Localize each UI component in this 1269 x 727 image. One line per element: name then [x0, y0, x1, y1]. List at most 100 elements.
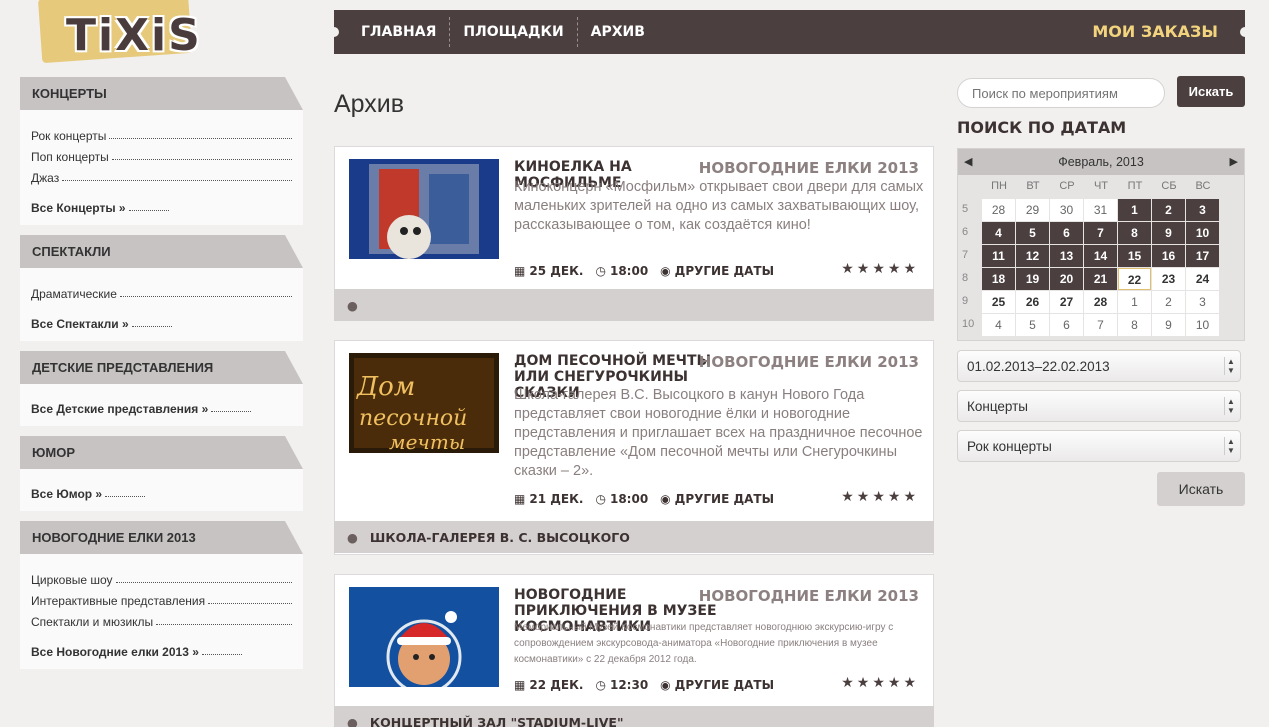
- calendar-day[interactable]: 3: [1186, 291, 1219, 313]
- event-rating-stars[interactable]: ★★★★★: [841, 674, 919, 691]
- select-arrows-icon: ▲ ▼: [1224, 437, 1235, 455]
- category-title[interactable]: КОНЦЕРТЫ: [20, 77, 303, 110]
- date-search-submit-button[interactable]: Искать: [1157, 472, 1245, 506]
- category-title[interactable]: ДЕТСКИЕ ПРЕДСТАВЛЕНИЯ: [20, 351, 303, 384]
- svg-text:песочной: песочной: [359, 406, 467, 431]
- my-orders-link[interactable]: МОИ ЗАКАЗЫ: [1079, 18, 1231, 46]
- calendar-day[interactable]: 1: [1118, 199, 1151, 221]
- calendar-day[interactable]: 12: [1016, 245, 1049, 267]
- calendar-day[interactable]: 30: [1050, 199, 1083, 221]
- event-venue[interactable]: ШКОЛА-ГАЛЕРЕЯ В. С. ВЫСОЦКОГО: [370, 530, 630, 545]
- calendar-day[interactable]: 6: [1050, 314, 1083, 336]
- calendar-day[interactable]: 8: [1118, 222, 1151, 244]
- event-meta: ▦ 25 ДЕК. ◷ 18:00 ◉ ДРУГИЕ ДАТЫ: [514, 264, 786, 278]
- calendar-day[interactable]: 28: [1084, 291, 1117, 313]
- category-select[interactable]: Концерты ▲ ▼: [957, 390, 1241, 422]
- category-all-link[interactable]: Все Юмор »: [31, 481, 292, 501]
- calendar-day[interactable]: 13: [1050, 245, 1083, 267]
- category-link[interactable]: Рок концерты: [31, 122, 292, 143]
- category-link[interactable]: Драматические: [31, 280, 292, 301]
- event-thumbnail[interactable]: [349, 159, 499, 259]
- calendar-day[interactable]: 4: [982, 222, 1015, 244]
- other-dates-link[interactable]: ◉ ДРУГИЕ ДАТЫ: [660, 264, 774, 278]
- category-all-link[interactable]: Все Новогодние елки 2013 »: [31, 639, 292, 659]
- event-thumbnail[interactable]: [349, 587, 499, 695]
- date-range-select[interactable]: 01.02.2013–22.02.2013 ▲ ▼: [957, 350, 1241, 382]
- logo[interactable]: TiXiS: [18, 0, 218, 70]
- calendar-day[interactable]: 5: [1016, 314, 1049, 336]
- category-link[interactable]: Интерактивные представления: [31, 587, 292, 608]
- calendar-day[interactable]: 19: [1016, 268, 1049, 290]
- event-category[interactable]: НОВОГОДНИЕ ЕЛКИ 2013: [699, 587, 919, 605]
- weekday-label: ВТ: [1026, 180, 1040, 192]
- calendar-day[interactable]: 2: [1152, 199, 1185, 221]
- category-all-link[interactable]: Все Детские представления »: [31, 396, 292, 416]
- category-title[interactable]: СПЕКТАКЛИ: [20, 235, 303, 268]
- category-link-label: Интерактивные представления: [31, 594, 206, 608]
- calendar-day[interactable]: 17: [1186, 245, 1219, 267]
- calendar-day[interactable]: 5: [1016, 222, 1049, 244]
- calendar-day[interactable]: 15: [1118, 245, 1151, 267]
- nav-item-archive[interactable]: АРХИВ: [578, 18, 658, 46]
- calendar-day[interactable]: 7: [1084, 314, 1117, 336]
- category-all-link[interactable]: Все Спектакли »: [31, 311, 292, 331]
- event-venue-bar: ● КОНЦЕРТНЫЙ ЗАЛ "STADIUM-LIVE": [334, 706, 934, 727]
- category-block-kids: ДЕТСКИЕ ПРЕДСТАВЛЕНИЯ Все Детские предст…: [20, 351, 303, 426]
- calendar-day[interactable]: 22: [1118, 268, 1151, 290]
- event-rating-stars[interactable]: ★★★★★: [841, 488, 919, 505]
- nav-item-venues[interactable]: ПЛОЩАДКИ: [450, 18, 576, 46]
- calendar-day[interactable]: 25: [982, 291, 1015, 313]
- event-rating-stars[interactable]: ★★★★★: [841, 260, 919, 277]
- calendar-day[interactable]: 24: [1186, 268, 1219, 290]
- category-title[interactable]: ЮМОР: [20, 436, 303, 469]
- other-dates-link[interactable]: ◉ ДРУГИЕ ДАТЫ: [660, 492, 774, 506]
- calendar-day[interactable]: 27: [1050, 291, 1083, 313]
- calendar-day[interactable]: 11: [982, 245, 1015, 267]
- event-date: 21 ДЕК.: [529, 492, 584, 506]
- nav-item-home[interactable]: ГЛАВНАЯ: [348, 18, 449, 46]
- calendar-day[interactable]: 4: [982, 314, 1015, 336]
- prev-month-icon[interactable]: ◀: [964, 155, 972, 168]
- map-pin-icon: ●: [347, 529, 358, 545]
- event-time: 18:00: [609, 264, 649, 278]
- category-all-link[interactable]: Все Концерты »: [31, 195, 292, 215]
- search-button[interactable]: Искать: [1177, 76, 1245, 107]
- calendar-day[interactable]: 23: [1152, 268, 1185, 290]
- event-thumbnail[interactable]: Дом песочной мечты: [349, 353, 499, 454]
- event-search-input[interactable]: [957, 78, 1165, 108]
- calendar-day[interactable]: 29: [1016, 199, 1049, 221]
- calendar-day[interactable]: 1: [1118, 291, 1151, 313]
- calendar-day[interactable]: 3: [1186, 199, 1219, 221]
- event-venue[interactable]: КОНЦЕРТНЫЙ ЗАЛ "STADIUM-LIVE": [370, 715, 624, 727]
- calendar-day[interactable]: 9: [1152, 222, 1185, 244]
- calendar-day[interactable]: 16: [1152, 245, 1185, 267]
- category-link[interactable]: Спектакли и мюзиклы: [31, 608, 292, 629]
- category-link[interactable]: Джаз: [31, 164, 292, 185]
- event-category[interactable]: НОВОГОДНИЕ ЕЛКИ 2013: [699, 353, 919, 371]
- eye-icon: ◉: [660, 492, 671, 506]
- calendar-day[interactable]: 28: [982, 199, 1015, 221]
- calendar-day[interactable]: 10: [1186, 314, 1219, 336]
- calendar-day[interactable]: 10: [1186, 222, 1219, 244]
- event-card: Дом песочной мечты ДОМ ПЕСОЧНОЙ МЕЧТЫ ИЛ…: [334, 340, 934, 555]
- calendar-day[interactable]: 6: [1050, 222, 1083, 244]
- event-category[interactable]: НОВОГОДНИЕ ЕЛКИ 2013: [699, 159, 919, 177]
- calendar-day[interactable]: 26: [1016, 291, 1049, 313]
- calendar-day[interactable]: 2: [1152, 291, 1185, 313]
- calendar-day[interactable]: 20: [1050, 268, 1083, 290]
- category-link[interactable]: Поп концерты: [31, 143, 292, 164]
- category-all-label: Все Юмор »: [31, 487, 103, 501]
- calendar-day[interactable]: 21: [1084, 268, 1117, 290]
- next-month-icon[interactable]: ▶: [1230, 155, 1238, 168]
- category-title[interactable]: НОВОГОДНИЕ ЕЛКИ 2013: [20, 521, 303, 554]
- weekday-label: СБ: [1161, 180, 1177, 192]
- category-link[interactable]: Цирковые шоу: [31, 566, 292, 587]
- calendar-day[interactable]: 8: [1118, 314, 1151, 336]
- calendar-day[interactable]: 14: [1084, 245, 1117, 267]
- calendar-day[interactable]: 31: [1084, 199, 1117, 221]
- subcategory-select[interactable]: Рок концерты ▲ ▼: [957, 430, 1241, 462]
- calendar-day[interactable]: 7: [1084, 222, 1117, 244]
- other-dates-link[interactable]: ◉ ДРУГИЕ ДАТЫ: [660, 678, 774, 692]
- calendar-day[interactable]: 18: [982, 268, 1015, 290]
- calendar-day[interactable]: 9: [1152, 314, 1185, 336]
